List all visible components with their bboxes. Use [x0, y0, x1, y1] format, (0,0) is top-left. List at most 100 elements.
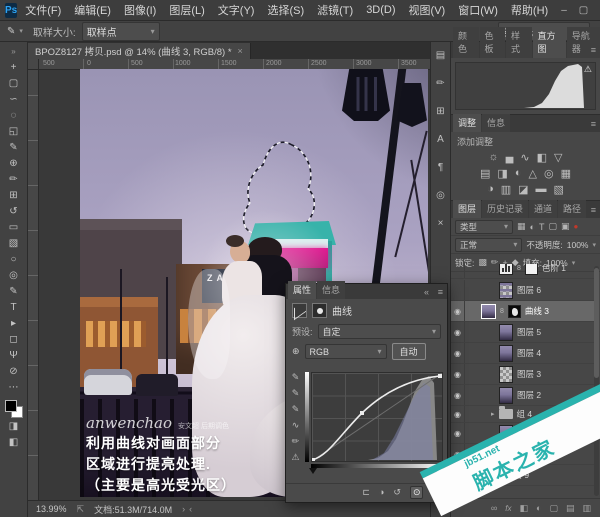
curves-icon[interactable]: ∿	[520, 151, 529, 164]
visibility-icon[interactable]: ⊙	[409, 485, 424, 499]
menu-edit[interactable]: 编辑(E)	[74, 2, 111, 18]
exposure-icon[interactable]: ◧	[537, 151, 547, 164]
sample-size-select[interactable]: 取样点 ▾	[81, 21, 160, 41]
eye-icon[interactable]: ◉	[451, 406, 465, 422]
invert-icon[interactable]: ◑	[487, 183, 494, 196]
clone-source-panel-icon[interactable]: ⊞	[436, 106, 444, 117]
black-white-icon[interactable]: ◐	[515, 167, 522, 180]
group-arrow-icon[interactable]: ▸	[491, 410, 495, 418]
panel-menu-icon[interactable]: ≡	[591, 205, 596, 215]
tab-histogram[interactable]: 直方图	[532, 27, 566, 58]
paragraph-panel-icon[interactable]: ¶	[438, 162, 443, 173]
gradient-map-icon[interactable]: ▬	[536, 183, 547, 196]
vibrance-icon[interactable]: ▽	[554, 151, 562, 164]
edit-toolbar-icon[interactable]: ⋯	[4, 380, 24, 396]
new-group-icon[interactable]: ▢	[549, 503, 558, 514]
photo-filter-icon[interactable]: △	[528, 167, 536, 180]
brush-tool[interactable]: ✏	[4, 172, 24, 188]
layer-row-levels-1[interactable]: 8 色阶 1	[451, 264, 595, 279]
view-previous-icon[interactable]: ◑	[379, 487, 384, 497]
glyphs-panel-icon[interactable]: ◎	[436, 190, 445, 201]
smooth-curve-icon[interactable]: ∿	[292, 420, 300, 431]
tab-paths[interactable]: 路径	[558, 200, 587, 218]
tab-info[interactable]: 信息	[482, 114, 511, 132]
white-point-eyedropper-icon[interactable]: ✎	[292, 404, 300, 415]
close-panel-icon[interactable]: ×	[438, 218, 444, 229]
reset-icon[interactable]: ↺	[393, 487, 401, 498]
tab-swatches[interactable]: 色板	[479, 27, 505, 58]
lasso-tool[interactable]: ∽	[4, 92, 24, 108]
hand-tool[interactable]: Ψ	[4, 348, 24, 364]
tab-channels[interactable]: 通道	[529, 200, 558, 218]
layer-row-6[interactable]: 图层 6	[451, 280, 595, 301]
curves-thumbnail[interactable]	[481, 303, 496, 319]
channel-select[interactable]: RGB ▾	[304, 344, 387, 359]
move-tool[interactable]: +	[4, 60, 24, 76]
menu-layer[interactable]: 图层(L)	[169, 2, 204, 18]
menu-type[interactable]: 文字(Y)	[218, 2, 255, 18]
opacity-value[interactable]: 100%	[567, 240, 589, 250]
layer-thumbnail[interactable]	[499, 281, 513, 299]
layer-thumbnail[interactable]	[499, 365, 513, 383]
eye-icon[interactable]: ◉	[451, 423, 465, 443]
color-balance-icon[interactable]: ◨	[497, 167, 507, 180]
delete-layer-icon[interactable]: ▥	[582, 503, 591, 514]
menu-window[interactable]: 窗口(W)	[458, 2, 498, 18]
channel-mixer-icon[interactable]: ◎	[544, 167, 554, 180]
tab-adjustments[interactable]: 调整	[453, 114, 482, 132]
eye-icon[interactable]: ◉	[451, 364, 465, 384]
tab-close-icon[interactable]: ×	[238, 46, 243, 56]
curve-graph[interactable]	[311, 372, 443, 462]
minimize-button[interactable]: –	[561, 5, 567, 16]
targeted-adjustment-icon[interactable]: ⊕	[292, 346, 300, 357]
layer-mask-thumbnail[interactable]	[524, 264, 538, 275]
eye-cell[interactable]	[451, 280, 465, 300]
threshold-icon[interactable]: ◪	[518, 183, 528, 196]
black-point-eyedropper-icon[interactable]: ✎	[292, 372, 300, 383]
expand-icon[interactable]: ⇱	[77, 504, 85, 515]
menu-filter[interactable]: 滤镜(T)	[317, 2, 353, 18]
layers-scrollbar[interactable]	[594, 266, 599, 496]
gradient-tool[interactable]: ▧	[4, 236, 24, 252]
menu-view[interactable]: 视图(V)	[409, 2, 446, 18]
tool-preset-caret-icon[interactable]: ▾	[19, 27, 23, 35]
color-lookup-icon[interactable]: ▦	[561, 167, 571, 180]
clone-stamp-tool[interactable]: ⊞	[4, 188, 24, 204]
filter-adjustment-icon[interactable]: ◐	[530, 222, 535, 232]
tab-layers[interactable]: 图层	[453, 200, 482, 218]
status-arrow-icon[interactable]: ›	[182, 504, 185, 514]
history-brush-tool[interactable]: ↺	[4, 204, 24, 220]
quick-mask-button[interactable]: ◨	[4, 419, 24, 435]
filter-shape-icon[interactable]: ▢	[548, 221, 557, 232]
clip-to-layer-icon[interactable]: ⊏	[362, 487, 370, 498]
layer-row-5[interactable]: ◉ 图层 5	[451, 322, 595, 343]
eye-icon[interactable]: ◉	[451, 301, 465, 321]
quick-selection-tool[interactable]: ◌	[4, 108, 24, 124]
maximize-button[interactable]: ▢	[579, 5, 588, 16]
zoom-tool[interactable]: ⊘	[4, 364, 24, 380]
eye-icon[interactable]: ◉	[451, 343, 465, 363]
vertical-ruler[interactable]	[28, 70, 39, 500]
layer-thumbnail[interactable]	[499, 386, 513, 404]
panel-menu-icon[interactable]: ≡	[591, 119, 596, 129]
menu-select[interactable]: 选择(S)	[267, 2, 304, 18]
layer-row-curves-3[interactable]: ◉ 8 曲线 3	[451, 301, 595, 322]
filter-toggle-icon[interactable]: ●	[573, 222, 578, 231]
auto-button[interactable]: 自动	[391, 343, 426, 360]
new-layer-icon[interactable]: ▤	[566, 503, 575, 514]
type-tool[interactable]: T	[4, 300, 24, 316]
panel-menu-icon[interactable]: ≡	[591, 45, 596, 55]
crop-tool[interactable]: ◱	[4, 124, 24, 140]
tab-color[interactable]: 颜色	[453, 27, 479, 58]
screen-mode-button[interactable]: ◧	[4, 435, 24, 451]
eyedropper-tool[interactable]: ✎	[4, 140, 24, 156]
pen-tool[interactable]: ✎	[4, 284, 24, 300]
foreground-color[interactable]	[4, 400, 17, 412]
black-point-slider[interactable]	[309, 468, 317, 474]
brightness-contrast-icon[interactable]: ☼	[489, 151, 499, 164]
snapshot-panel-icon[interactable]: ▤	[436, 50, 445, 61]
hue-saturation-icon[interactable]: ▤	[480, 167, 490, 180]
gray-point-eyedropper-icon[interactable]: ✎	[292, 388, 300, 399]
filter-smart-icon[interactable]: ▣	[561, 221, 570, 232]
path-select-tool[interactable]: ▸	[4, 316, 24, 332]
